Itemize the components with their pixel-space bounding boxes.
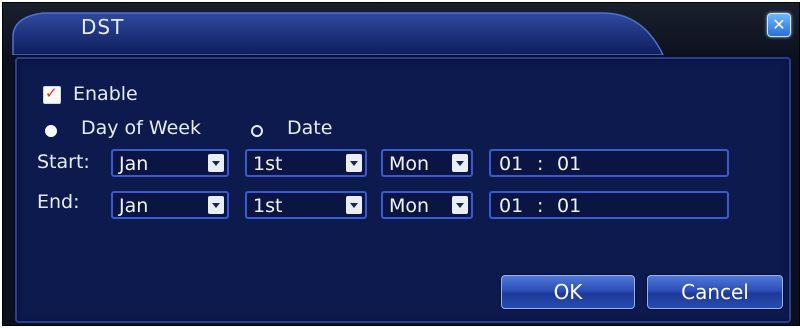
end-time-input[interactable]: 01 : 01 <box>489 191 729 219</box>
end-week-value: 1st <box>253 195 283 217</box>
start-hour[interactable]: 01 <box>499 153 523 175</box>
start-time-input[interactable]: 01 : 01 <box>489 149 729 177</box>
ok-button[interactable]: OK <box>501 275 635 309</box>
start-month-value: Jan <box>119 153 149 175</box>
start-time-separator: : <box>537 153 544 175</box>
radio-date[interactable] <box>251 125 263 137</box>
end-minute[interactable]: 01 <box>557 195 581 217</box>
chevron-down-icon[interactable] <box>452 196 468 214</box>
chevron-down-icon[interactable] <box>346 154 362 172</box>
end-time-separator: : <box>537 195 544 217</box>
chevron-down-icon[interactable] <box>208 154 224 172</box>
start-month-select[interactable]: Jan <box>111 149 229 177</box>
dialog-title: DST <box>81 15 125 39</box>
dst-settings-panel: ✓ Enable Day of Week Date Start: Jan 1st… <box>15 57 791 323</box>
start-day-value: Mon <box>389 153 430 175</box>
title-bar: DST ✕ <box>3 3 799 55</box>
end-month-value: Jan <box>119 195 149 217</box>
chevron-down-icon[interactable] <box>208 196 224 214</box>
end-day-value: Mon <box>389 195 430 217</box>
end-week-select[interactable]: 1st <box>245 191 367 219</box>
close-icon: ✕ <box>772 15 786 34</box>
start-label: Start: <box>37 151 90 173</box>
chevron-down-icon[interactable] <box>452 154 468 172</box>
check-icon: ✓ <box>45 84 58 102</box>
start-week-select[interactable]: 1st <box>245 149 367 177</box>
date-label: Date <box>287 117 333 139</box>
start-week-value: 1st <box>253 153 283 175</box>
end-month-select[interactable]: Jan <box>111 191 229 219</box>
chevron-down-icon[interactable] <box>346 196 362 214</box>
close-button[interactable]: ✕ <box>767 13 791 37</box>
radio-day-of-week[interactable] <box>45 125 57 137</box>
end-day-select[interactable]: Mon <box>381 191 473 219</box>
cancel-button[interactable]: Cancel <box>647 275 783 309</box>
end-label: End: <box>37 191 80 213</box>
dst-dialog: DST ✕ ✓ Enable Day of Week Date Start: J… <box>2 2 800 326</box>
day-of-week-label: Day of Week <box>81 117 201 139</box>
enable-label: Enable <box>73 83 138 105</box>
end-hour[interactable]: 01 <box>499 195 523 217</box>
enable-checkbox[interactable]: ✓ <box>43 84 61 104</box>
start-minute[interactable]: 01 <box>557 153 581 175</box>
start-day-select[interactable]: Mon <box>381 149 473 177</box>
